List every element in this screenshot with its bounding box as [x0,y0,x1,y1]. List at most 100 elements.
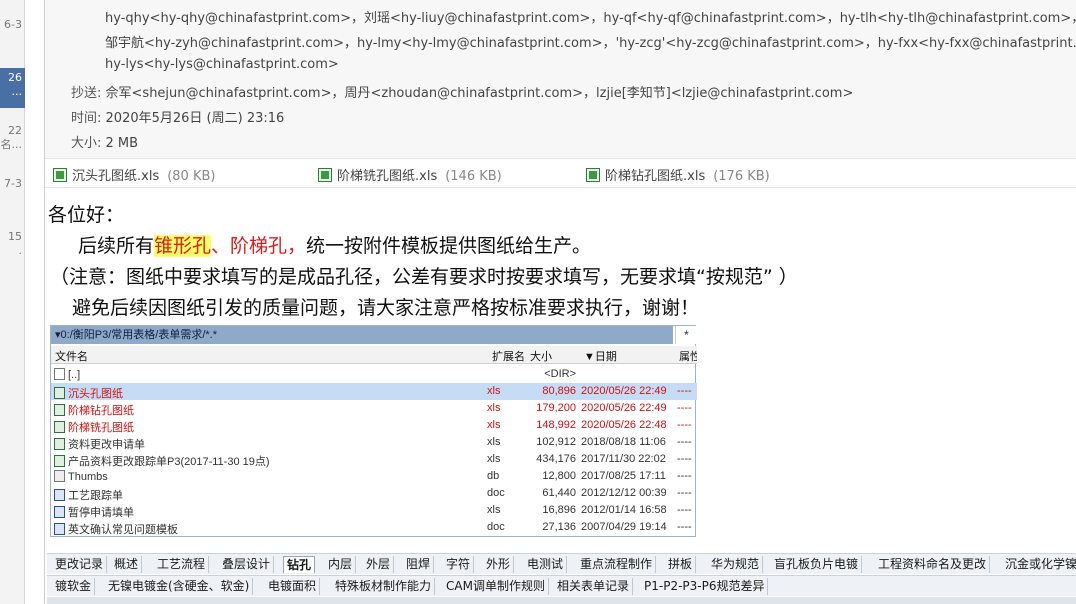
cc-value: 佘军<shejun@chinafastprint.com>，周丹<zhoudan… [105,86,854,101]
file-row: 英文确认常见问题模板 doc 27,136 2007/04/29 19:14 ---- [51,519,697,536]
file-attr-cell: ---- [677,419,692,431]
folder-up-icon [54,368,65,380]
mail-list-item-label: 26 ... [8,71,22,98]
sheet-tab[interactable]: 电镀面积 [265,578,321,595]
sheet-tab[interactable]: 镀软金 [52,578,96,595]
sheet-tab[interactable]: 盲孔板负片电镀 [771,556,863,573]
recipients-line: 邹宇航<hy-zyh@chinafastprint.com>，hy-lmy<hy… [105,36,1076,51]
file-size-cell: 148,992 [536,419,576,431]
col-header-ext: 扩展名 [492,351,525,363]
mail-list-item[interactable]: 15 . [0,230,25,264]
bottom-scrollbar[interactable] [47,597,1076,604]
file-ext-cell: xls [487,504,501,516]
file-name: 产品资料更改跟踪单P3(2017-11-30 19点) [68,456,270,468]
sheet-tab[interactable]: 更改记录 [52,556,108,573]
file-size-cell: <DIR> [544,368,576,380]
sheet-tab[interactable]: 无镍电镀金(含硬金、软金) [105,578,254,595]
sheet-tab[interactable]: 外形 [483,556,515,573]
attachment-name: 沉头孔图纸.xls [72,169,160,184]
database-file-icon [54,470,65,482]
file-name-cell: 工艺跟踪单 [54,487,123,503]
file-row: 沉头孔图纸 xls 80,896 2020/05/26 22:49 ---- [51,383,697,400]
mail-list-item[interactable]: 7-3 [0,177,25,191]
file-name-cell: 英文确认常见问题模板 [54,521,178,537]
time-label: 时间: [71,111,102,126]
sheet-tab[interactable]: 工艺流程 [154,556,210,573]
size-label: 大小: [71,136,102,151]
file-row: 阶梯铣孔图纸 xls 148,992 2020/05/26 22:48 ---- [51,417,697,434]
sheet-tab[interactable]: 特殊板材制作能力 [332,578,436,595]
red-term: 、阶梯孔， [211,235,307,257]
file-manager-screenshot: ▾0:/衡阳P3/常用表格/表单需求/*.* * 文件名 扩展名 大小 ▼日期 … [50,325,697,537]
file-attr-cell: ---- [677,470,692,482]
file-ext-cell: db [487,470,500,482]
file-ext-cell: xls [487,436,501,448]
mail-list-item[interactable]: 22 名... [0,124,25,158]
sheet-tab[interactable]: P1-P2-P3-P6规范差异 [641,578,769,595]
sheet-tab[interactable]: 外层 [363,556,395,573]
excel-file-icon [53,168,67,182]
file-ext-cell: doc [487,487,505,499]
file-attr-cell: ---- [677,385,692,397]
sheet-tab[interactable]: 字符 [443,556,475,573]
sheet-tabs-row-2: 镀软金 无镍电镀金(含硬金、软金) 电镀面积 特殊板材制作能力 CAM调单制作规则 相关表… [47,575,1076,596]
excel-file-icon [54,438,65,450]
file-name-cell: 阶梯钻孔图纸 [54,402,134,418]
attachment-name: 阶梯钻孔图纸.xls [605,169,706,184]
sheet-tab[interactable]: 相关表单记录 [554,578,634,595]
highlighted-term: 锥形孔 [154,235,212,257]
file-name: Thumbs [68,471,108,483]
file-name-cell: 阶梯铣孔图纸 [54,419,134,435]
cc-row: 抄送: 佘军<shejun@chinafastprint.com>，周丹<zho… [71,82,853,101]
excel-file-icon [318,168,332,182]
file-date-cell: 2007/04/29 19:14 [581,521,667,533]
file-row: Thumbs db 12,800 2017/08/25 17:11 ---- [51,468,697,485]
mail-list-item[interactable]: 6-3 [0,18,25,32]
greeting-text: 各位好： [48,204,125,226]
file-ext-cell: xls [487,419,501,431]
time-value: 2020年5月26日 (周二) 23:16 [105,111,285,126]
attachment-item[interactable]: 阶梯钻孔图纸.xls (176 KB) [586,165,770,184]
file-date-cell: 2020/05/26 22:49 [581,402,667,414]
excel-file-icon [54,387,65,399]
sheet-tab[interactable]: 拼板 [665,556,697,573]
file-row: 暂停申请填单 xls 16,896 2012/01/14 16:58 ---- [51,502,697,519]
file-name-cell: 资料更改申请单 [54,436,145,452]
sheet-tab[interactable]: 叠层设计 [219,556,275,573]
excel-file-icon [586,168,600,182]
sheet-tab[interactable]: 华为规范 [708,556,764,573]
sheet-tab[interactable]: 电测试 [524,556,568,573]
sheet-tab[interactable]: 阻焊 [403,556,435,573]
file-manager-columns: 文件名 扩展名 大小 ▼日期 属性 [51,346,697,364]
file-attr-cell: ---- [677,487,692,499]
size-value: 2 MB [105,136,139,151]
word-file-icon [54,506,65,518]
file-date-cell: 2017/11/30 22:02 [581,453,666,465]
file-name-cell: 沉头孔图纸 [54,385,123,401]
sheet-tab[interactable]: 重点流程制作 [577,556,657,573]
sheet-tab[interactable]: 沉金或化学镍 [1002,556,1076,573]
file-row: 阶梯钻孔图纸 xls 179,200 2020/05/26 22:49 ---- [51,400,697,417]
sheet-tab[interactable]: 概述 [111,556,143,573]
sheet-tabs-row-1: 更改记录 概述 工艺流程 叠层设计 钻孔 内层 外层 阻焊 字符 外形 电测试 重点流程制作 拼板 华为规… [47,553,1076,574]
sheet-tab[interactable]: 工程资料命名及更改 [875,556,991,573]
attachment-item[interactable]: 阶梯铣孔图纸.xls (146 KB) [318,165,502,184]
sheet-tab[interactable]: 内层 [325,556,357,573]
col-header-size: 大小 [530,351,552,363]
file-manager-path: ▾0:/衡阳P3/常用表格/表单需求/*.* [51,326,673,344]
file-size-cell: 179,200 [536,402,576,414]
file-date-cell: 2017/08/25 17:11 [581,470,666,482]
file-row: [..] <DIR> [51,366,697,383]
file-size-cell: 61,440 [542,487,576,499]
sheet-tab[interactable]: 钻孔 [283,556,316,573]
file-size-cell: 12,800 [542,470,576,482]
mail-list-item-label: 22 名... [0,124,23,151]
sheet-tab[interactable]: CAM调单制作规则 [443,578,549,595]
attachment-size: (146 KB) [445,169,502,184]
file-ext-cell: xls [487,385,501,397]
file-date-cell: 2012/01/14 16:58 [581,504,667,516]
file-ext-cell: xls [487,453,501,465]
excel-file-icon [54,455,65,467]
mail-list-item-selected[interactable]: 26 ... [0,68,25,108]
attachment-item[interactable]: 沉头孔图纸.xls (80 KB) [53,165,215,184]
